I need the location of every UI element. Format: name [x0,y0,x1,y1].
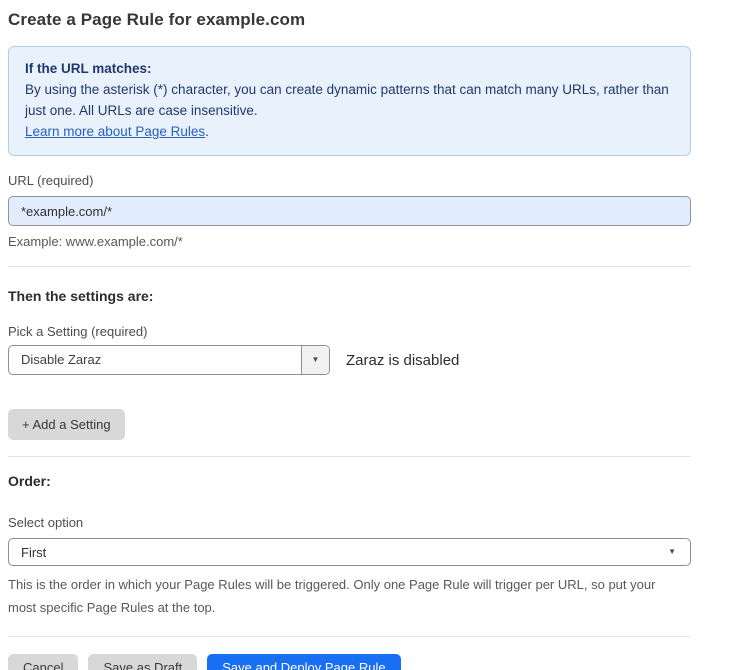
save-and-deploy-button[interactable]: Save and Deploy Page Rule [207,654,400,670]
divider [8,456,691,457]
page-title: Create a Page Rule for example.com [8,10,691,30]
create-page-rule-page: Create a Page Rule for example.com If th… [0,0,750,670]
url-example-helper: Example: www.example.com/* [8,234,691,249]
chevron-down-icon: ▼ [312,356,320,364]
url-input[interactable] [8,196,691,226]
url-match-info-box: If the URL matches: By using the asteris… [8,46,691,156]
divider [8,266,691,267]
cancel-button[interactable]: Cancel [8,654,78,670]
save-as-draft-button[interactable]: Save as Draft [88,654,197,670]
order-section-heading: Order: [8,473,691,489]
order-select[interactable]: First ▼ [8,538,691,566]
setting-status-text: Zaraz is disabled [346,352,459,369]
link-period: . [205,124,209,139]
info-box-body: By using the asterisk (*) character, you… [25,79,674,121]
order-helper-text: This is the order in which your Page Rul… [8,573,678,619]
info-box-link-line: Learn more about Page Rules. [25,121,674,142]
setting-row: Disable Zaraz ▼ Zaraz is disabled [8,345,691,375]
pick-setting-label: Pick a Setting (required) [8,324,691,339]
form-container: Create a Page Rule for example.com If th… [8,10,691,670]
add-setting-button[interactable]: + Add a Setting [8,409,125,440]
url-field-label: URL (required) [8,173,691,188]
order-select-value: First [21,545,46,560]
order-select-label: Select option [8,515,691,530]
settings-section-heading: Then the settings are: [8,288,691,304]
setting-select-value: Disable Zaraz [9,346,301,374]
info-box-heading: If the URL matches: [25,58,674,79]
chevron-down-icon: ▼ [668,548,676,556]
setting-select-arrow-button[interactable]: ▼ [301,346,329,374]
form-actions: Cancel Save as Draft Save and Deploy Pag… [8,654,691,670]
setting-select[interactable]: Disable Zaraz ▼ [8,345,330,375]
divider [8,636,691,637]
learn-more-link[interactable]: Learn more about Page Rules [25,124,205,139]
